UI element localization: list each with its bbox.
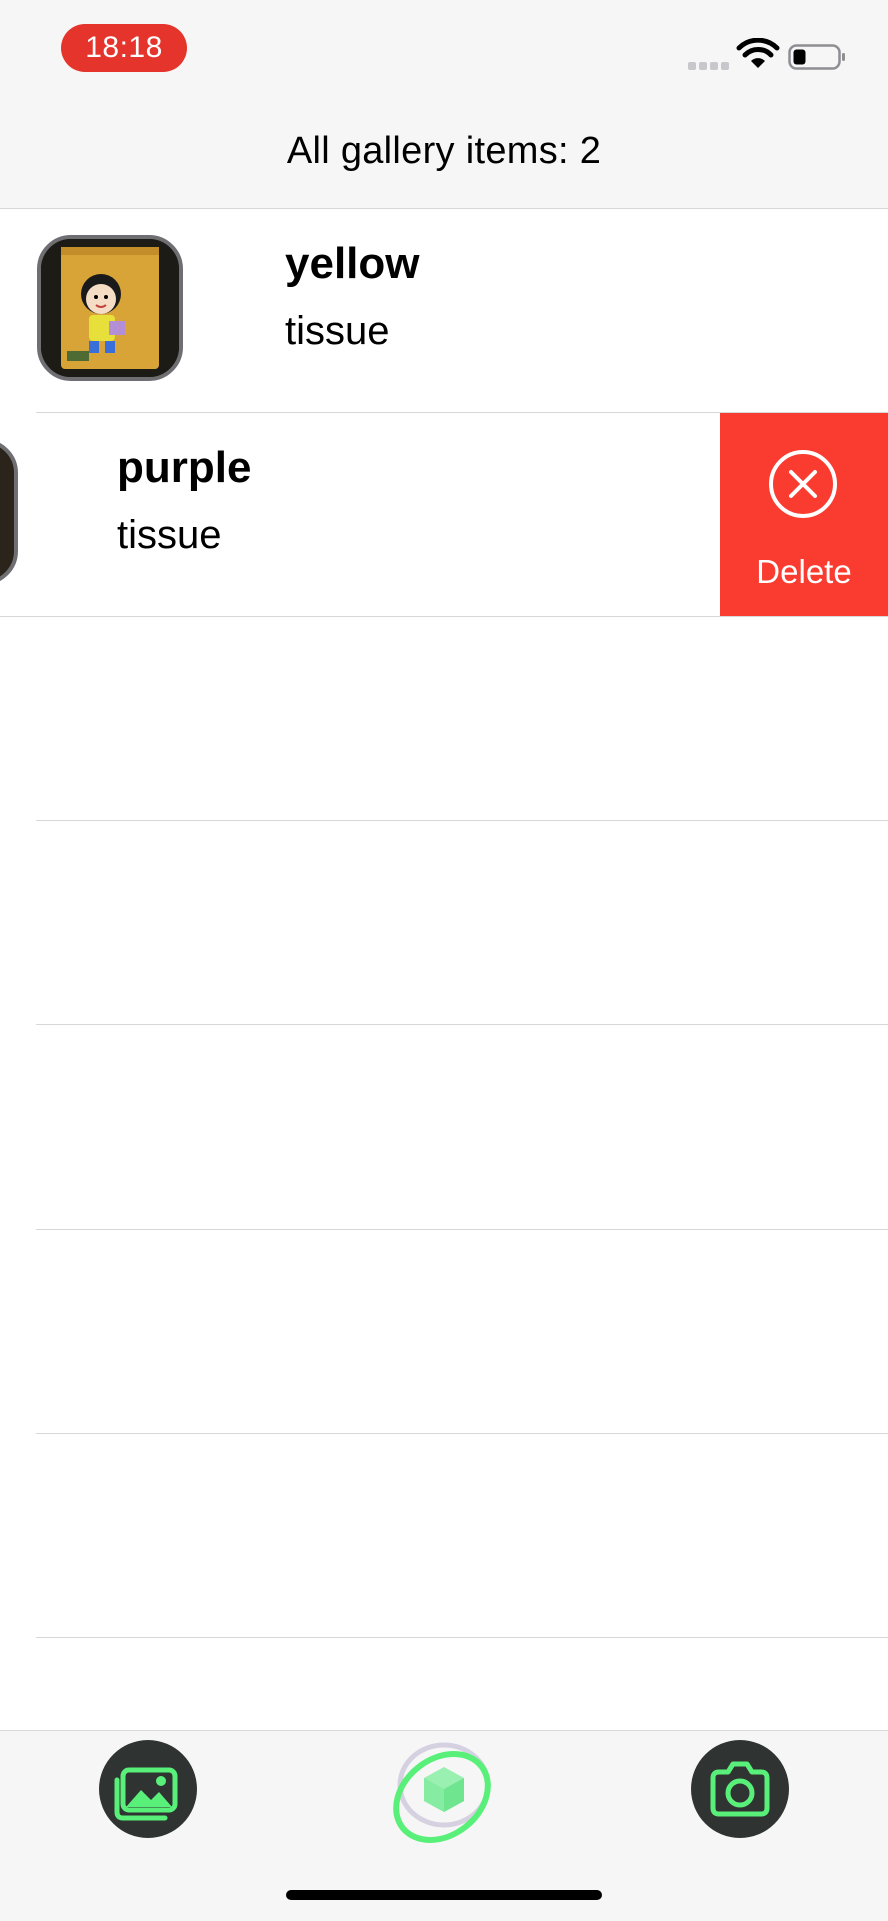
row-divider [36,820,888,821]
delete-label: Delete [756,553,852,590]
camera-icon [710,1761,770,1817]
row-divider [36,1637,888,1638]
item-thumbnail [37,235,183,381]
item-title: purple [117,443,252,492]
camera-tab-button[interactable] [691,1740,789,1838]
ar-cube-orbit-icon [393,1742,491,1843]
list-item[interactable]: yellow tissue [0,209,888,413]
item-subtitle: tissue [285,309,390,353]
ar-center-button[interactable] [384,1733,504,1853]
row-divider [36,1024,888,1025]
status-time: 18:18 [61,24,187,72]
tissue-package-image [41,239,179,377]
item-thumbnail [0,439,18,585]
gallery-photos-icon [114,1767,178,1821]
page-title: All gallery items: 2 [286,130,602,172]
top-bar: 18:18 All gallery items: 2 [0,0,888,209]
battery-icon [788,44,845,70]
row-divider [36,1433,888,1434]
item-title: yellow [285,239,420,288]
item-subtitle: tissue [117,513,222,557]
list-item[interactable]: purple tissue Delete [0,413,888,617]
gallery-tab-button[interactable] [99,1740,197,1838]
x-circle-icon [769,450,837,518]
row-divider [0,616,888,617]
delete-button[interactable]: Delete [720,413,888,617]
wifi-icon [736,38,780,68]
signal-bars-icon [688,62,730,70]
home-indicator[interactable] [286,1890,602,1900]
row-divider [36,1229,888,1230]
